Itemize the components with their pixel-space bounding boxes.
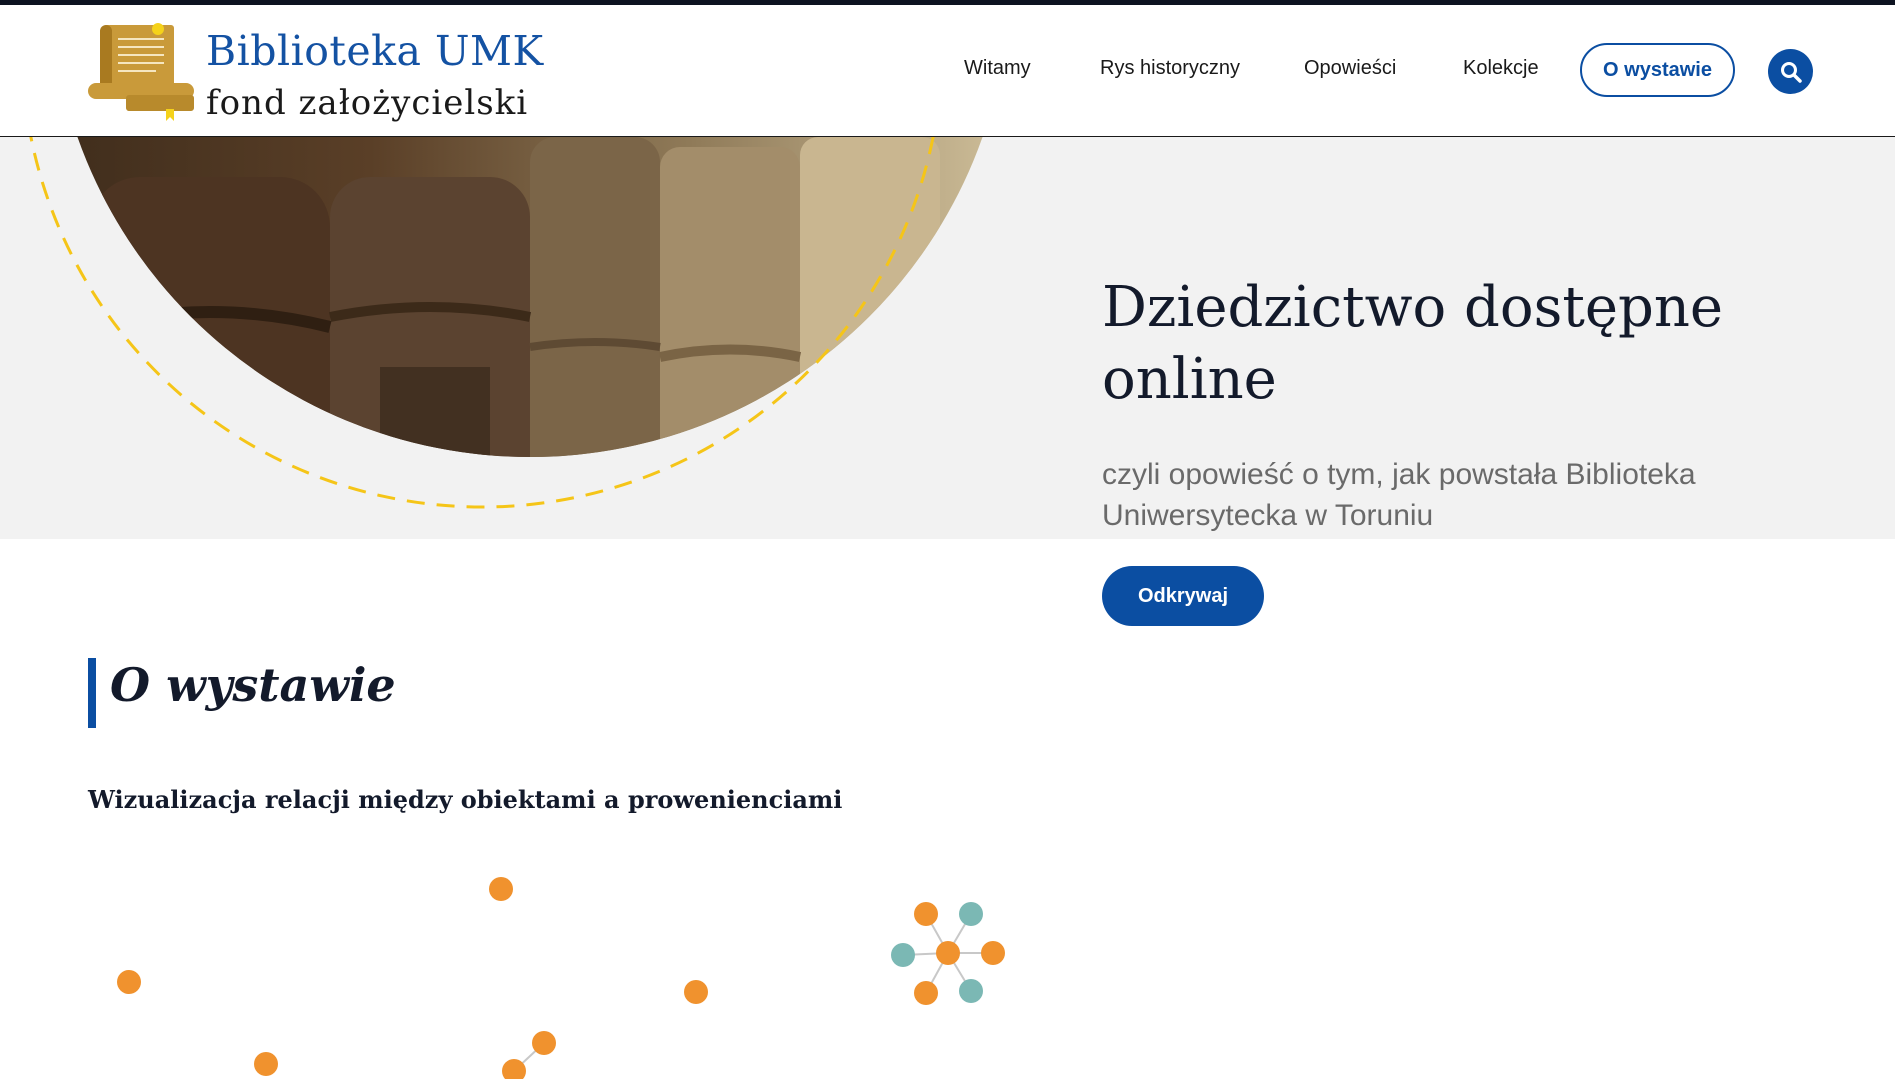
logo-title: Biblioteka UMK (206, 27, 544, 75)
graph-node[interactable] (914, 981, 938, 1005)
site-logo[interactable]: Biblioteka UMK fond założycielski (86, 17, 543, 127)
graph-node[interactable] (981, 941, 1005, 965)
scroll-book-icon (88, 23, 194, 121)
nav-o-wystawie-button[interactable]: O wystawie (1580, 43, 1735, 97)
nav-opowiesci[interactable]: Opowieści (1304, 57, 1396, 80)
hero-title: Dziedzictwo dostępne online (1102, 275, 1724, 412)
discover-button[interactable]: Odkrywaj (1102, 566, 1264, 626)
section-subtitle: Wizualizacja relacji między obiektami a … (88, 785, 843, 814)
section-title: O wystawie (110, 658, 396, 712)
graph-node[interactable] (959, 979, 983, 1003)
nav-witamy[interactable]: Witamy (964, 57, 1031, 80)
graph-node[interactable] (936, 941, 960, 965)
hero-books-image (29, 137, 1010, 509)
nav-rys-historyczny[interactable]: Rys historyczny (1100, 57, 1240, 80)
hero-section: Dziedzictwo dostępne online czyli opowie… (0, 137, 1895, 626)
section-accent-bar (88, 658, 96, 728)
graph-node[interactable] (254, 1052, 278, 1076)
graph-node[interactable] (117, 970, 141, 994)
graph-node[interactable] (891, 943, 915, 967)
hero-subtitle: czyli opowieść o tym, jak powstała Bibli… (1102, 458, 1696, 532)
logo-subtitle: fond założycielski (206, 83, 529, 123)
relations-graph[interactable] (0, 860, 1100, 1079)
graph-node[interactable] (684, 980, 708, 1004)
graph-node[interactable] (532, 1031, 556, 1055)
search-icon (1780, 61, 1802, 83)
graph-node[interactable] (489, 877, 513, 901)
site-header: Biblioteka UMK fond założycielski Witamy… (0, 5, 1895, 137)
graph-node[interactable] (914, 902, 938, 926)
nav-kolekcje[interactable]: Kolekcje (1463, 57, 1539, 80)
graph-node[interactable] (959, 902, 983, 926)
search-button[interactable] (1768, 49, 1813, 94)
